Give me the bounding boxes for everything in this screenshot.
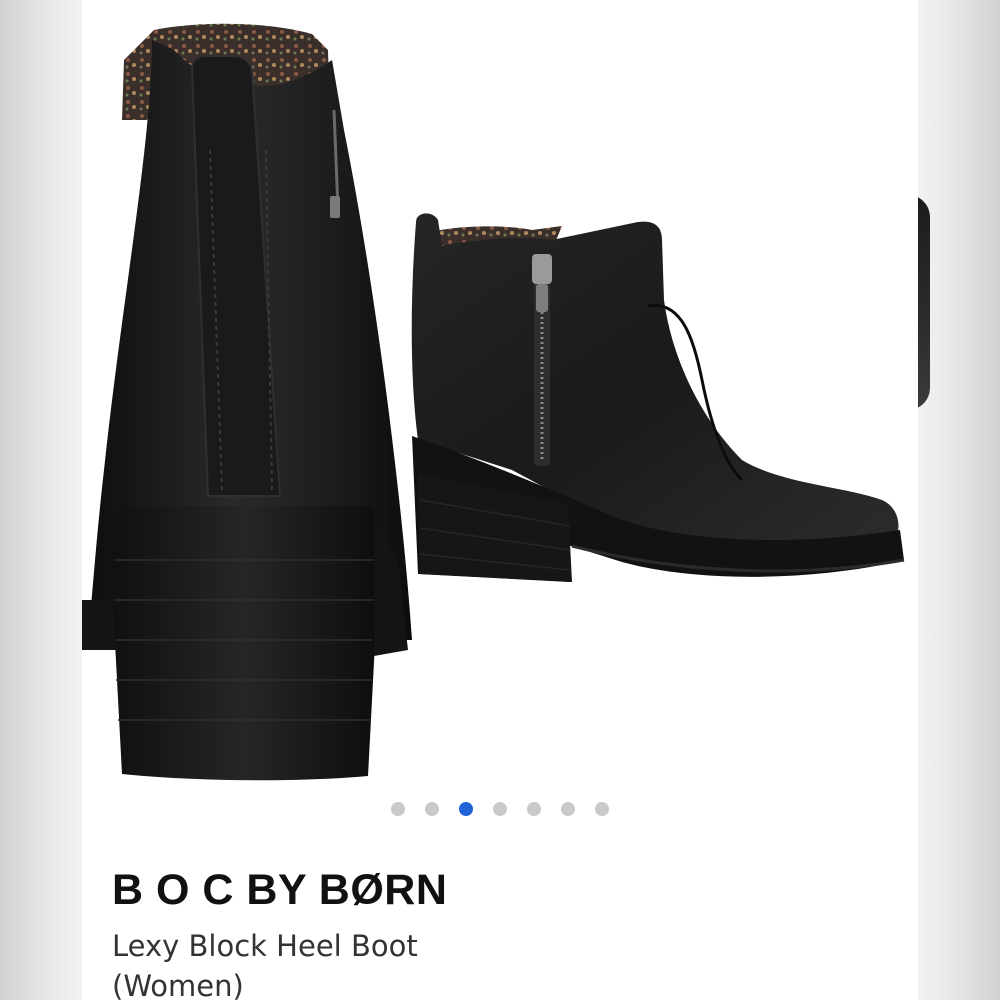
product-title: Lexy Block Heel Boot (Women) [112, 929, 418, 1000]
gallery-dot-1[interactable] [391, 802, 405, 816]
gallery-dot-6[interactable] [561, 802, 575, 816]
product-page: B O C BY BØRN Lexy Block Heel Boot (Wome… [0, 0, 1000, 1000]
boot-side-view [411, 213, 905, 582]
boot-back-view [82, 23, 412, 781]
gallery-pagination [82, 801, 918, 817]
previous-item-preview[interactable] [0, 0, 82, 1000]
gallery-dot-3-active[interactable] [459, 802, 473, 816]
gallery-dot-2[interactable] [425, 802, 439, 816]
image-gallery[interactable] [82, 0, 918, 790]
brand-name[interactable]: B O C BY BØRN [112, 866, 447, 915]
gallery-dot-5[interactable] [527, 802, 541, 816]
next-item-preview[interactable] [908, 0, 1000, 1000]
gallery-dot-7[interactable] [595, 802, 609, 816]
gallery-dot-4[interactable] [493, 802, 507, 816]
product-photo [82, 23, 905, 781]
product-card: B O C BY BØRN Lexy Block Heel Boot (Wome… [82, 0, 918, 1000]
